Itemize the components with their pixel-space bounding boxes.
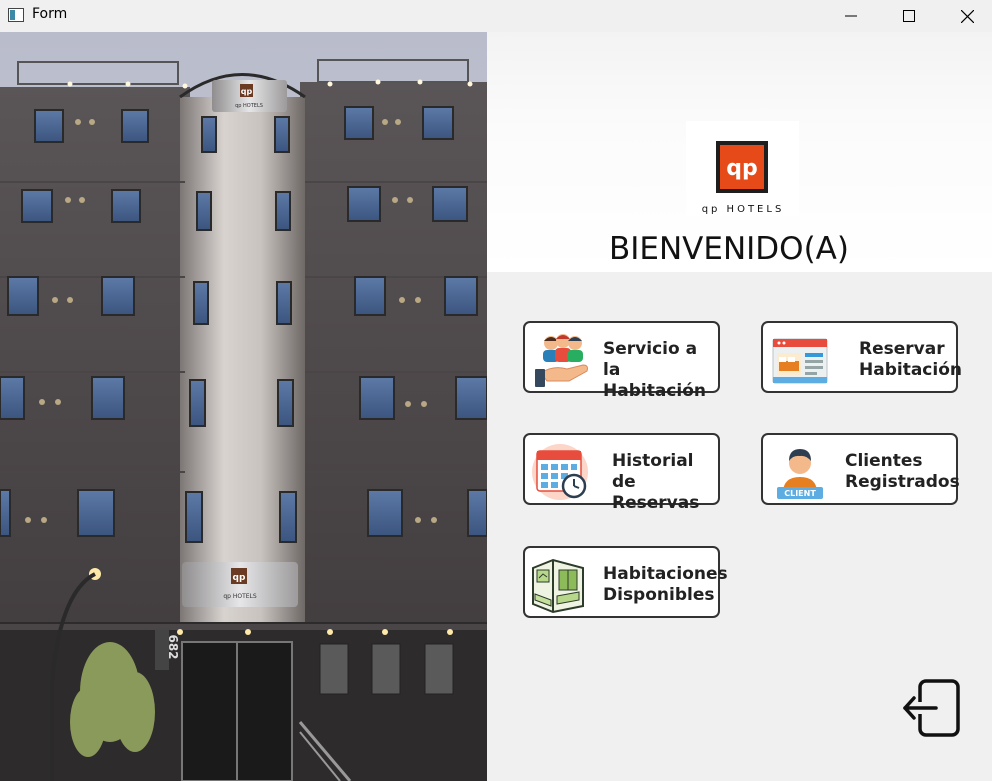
reserve-room-label: Reservar Habitación: [859, 339, 962, 380]
tower-sign-mark: qp: [241, 87, 253, 96]
room-service-icon: [535, 334, 588, 387]
entrance-sign-mark: qp: [233, 573, 246, 583]
reserve-room-button[interactable]: Reservar Habitación: [761, 321, 962, 393]
room-service-button[interactable]: Servicio a la Habitación: [523, 321, 720, 401]
reservation-history-label: Historial de Reservas: [612, 451, 700, 513]
close-window-button[interactable]: [938, 0, 992, 32]
window-title: Form: [32, 6, 68, 22]
hotel-logo: qp qp HOTELS: [686, 121, 799, 216]
minimize-icon: [845, 15, 857, 17]
client-icon: CLIENT: [777, 449, 823, 499]
registered-clients-button[interactable]: CLIENT Clientes Registrados: [761, 433, 960, 505]
reserve-room-icon: [772, 338, 828, 384]
available-rooms-label: Habitaciones Disponibles: [603, 564, 728, 605]
close-icon: [960, 9, 974, 23]
maximize-button[interactable]: [880, 0, 938, 32]
reservation-history-button[interactable]: Historial de Reservas: [523, 433, 720, 513]
room-service-label: Servicio a la Habitación: [603, 339, 706, 401]
registered-clients-label: Clientes Registrados: [845, 451, 960, 492]
minimize-button[interactable]: [822, 0, 880, 32]
exit-icon: [903, 679, 960, 737]
welcome-heading: BIENVENIDO(A): [609, 231, 849, 267]
street-number: 682: [166, 634, 180, 659]
logo-text: qp HOTELS: [702, 204, 785, 215]
tower-sign-text: qp HOTELS: [235, 103, 263, 109]
logout-button[interactable]: [900, 678, 964, 740]
reservation-history-icon: [532, 444, 588, 500]
window-titlebar: Form: [0, 0, 992, 32]
maximize-icon: [903, 10, 915, 22]
available-rooms-button[interactable]: Habitaciones Disponibles: [523, 546, 728, 618]
entrance-sign-text: qp HOTELS: [223, 593, 257, 600]
hotel-building-image: qp qp HOTELS qp qp HOTELS 682: [0, 32, 487, 781]
available-rooms-icon: [532, 558, 584, 614]
app-icon: [8, 8, 24, 22]
client-badge-text: CLIENT: [784, 489, 816, 498]
logo-mark: qp: [726, 156, 758, 181]
